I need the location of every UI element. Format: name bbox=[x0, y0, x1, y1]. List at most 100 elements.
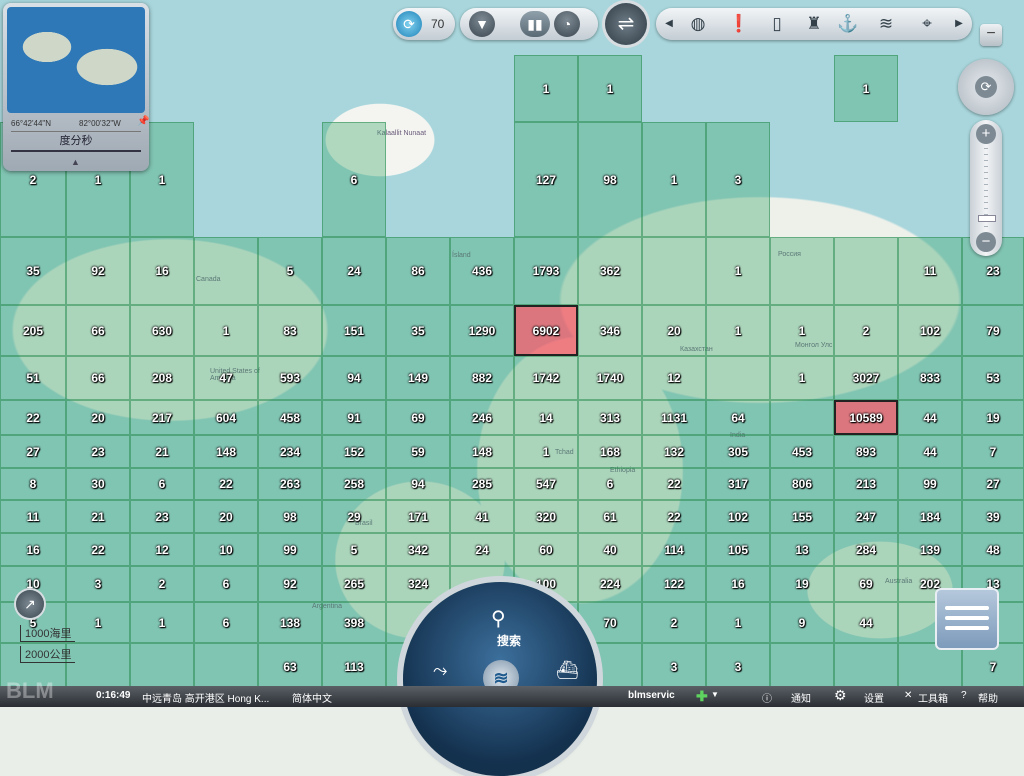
grid-cell[interactable]: 92 bbox=[258, 566, 322, 602]
grid-cell[interactable]: 1 bbox=[706, 305, 770, 356]
grid-cell[interactable]: 86 bbox=[386, 237, 450, 305]
grid-cell[interactable]: 3 bbox=[66, 566, 130, 602]
radar-icon[interactable]: ◔ bbox=[554, 11, 580, 37]
grid-cell[interactable]: 47 bbox=[194, 356, 258, 400]
grid-cell[interactable]: 53 bbox=[962, 356, 1024, 400]
grid-cell[interactable]: 22 bbox=[0, 400, 66, 435]
grid-cell[interactable]: 458 bbox=[258, 400, 322, 435]
grid-cell[interactable]: 35 bbox=[0, 237, 66, 305]
grid-cell[interactable]: 213 bbox=[834, 468, 898, 500]
grid-cell[interactable]: 138 bbox=[258, 602, 322, 643]
grid-cell[interactable]: 102 bbox=[898, 305, 962, 356]
grid-cell[interactable]: 1 bbox=[130, 602, 194, 643]
grid-cell[interactable]: 5 bbox=[322, 533, 386, 566]
grid-cell[interactable]: 593 bbox=[258, 356, 322, 400]
grid-cell[interactable]: 1740 bbox=[578, 356, 642, 400]
grid-cell[interactable]: 19 bbox=[770, 566, 834, 602]
grid-cell[interactable]: 3 bbox=[706, 122, 770, 237]
grid-cell[interactable]: 3 bbox=[706, 643, 770, 690]
grid-cell[interactable]: 6902 bbox=[514, 305, 578, 356]
grid-cell[interactable]: 91 bbox=[322, 400, 386, 435]
info-icon[interactable]: ⓘ bbox=[762, 690, 772, 705]
menu-button[interactable] bbox=[935, 588, 999, 650]
grid-cell[interactable]: 547 bbox=[514, 468, 578, 500]
grid-cell[interactable]: 94 bbox=[386, 468, 450, 500]
grid-cell[interactable]: 27 bbox=[0, 435, 66, 468]
grid-cell[interactable]: 16 bbox=[130, 237, 194, 305]
anchor-icon[interactable]: ⚓ bbox=[836, 12, 860, 36]
grid-cell[interactable]: 20 bbox=[66, 400, 130, 435]
grid-cell[interactable]: 148 bbox=[450, 435, 514, 468]
grid-cell[interactable]: 362 bbox=[578, 237, 642, 305]
grid-cell[interactable]: 224 bbox=[578, 566, 642, 602]
grid-cell[interactable]: 7 bbox=[962, 435, 1024, 468]
grid-cell[interactable]: 9 bbox=[770, 602, 834, 643]
grid-cell[interactable]: 132 bbox=[642, 435, 706, 468]
grid-cell[interactable]: 14 bbox=[514, 400, 578, 435]
grid-cell[interactable]: 184 bbox=[898, 500, 962, 533]
grid-cell[interactable]: 833 bbox=[898, 356, 962, 400]
grid-cell[interactable]: 20 bbox=[194, 500, 258, 533]
scroll-right-icon[interactable]: ▶ bbox=[952, 12, 966, 36]
grid-cell[interactable]: 1 bbox=[194, 305, 258, 356]
grid-cell[interactable]: 1 bbox=[514, 55, 578, 122]
grid-cell[interactable]: 113 bbox=[322, 643, 386, 690]
search-icon[interactable]: ⚲ bbox=[491, 606, 506, 631]
rotate-icon[interactable]: ⟳ bbox=[975, 76, 997, 98]
grid-cell[interactable]: 102 bbox=[706, 500, 770, 533]
grid-cell[interactable]: 20 bbox=[642, 305, 706, 356]
grid-cell[interactable]: 114 bbox=[642, 533, 706, 566]
grid-cell[interactable]: 1 bbox=[834, 55, 898, 122]
grid-cell[interactable] bbox=[770, 643, 834, 690]
grid-cell[interactable]: 346 bbox=[578, 305, 642, 356]
bars-icon[interactable]: ▮▮ bbox=[520, 11, 550, 37]
grid-cell[interactable]: 24 bbox=[450, 533, 514, 566]
grid-cell[interactable] bbox=[834, 643, 898, 690]
grid-cell[interactable]: 51 bbox=[0, 356, 66, 400]
pin-icon[interactable]: 📌 bbox=[137, 116, 149, 127]
grid-cell[interactable]: 29 bbox=[322, 500, 386, 533]
tools-icon[interactable]: ✕ bbox=[904, 690, 912, 701]
grid-cell[interactable]: 630 bbox=[130, 305, 194, 356]
grid-cell[interactable]: 6 bbox=[194, 566, 258, 602]
grid-cell[interactable]: 24 bbox=[322, 237, 386, 305]
grid-cell[interactable]: 152 bbox=[322, 435, 386, 468]
settings-button[interactable]: 设置 bbox=[864, 690, 884, 705]
route-icon[interactable]: ⇌ bbox=[605, 3, 647, 45]
grid-cell[interactable]: 98 bbox=[578, 122, 642, 237]
overview-minimap[interactable] bbox=[7, 7, 145, 113]
refresh-icon[interactable]: ⟳ bbox=[396, 11, 422, 37]
grid-cell[interactable]: 155 bbox=[770, 500, 834, 533]
grid-cell[interactable]: 398 bbox=[322, 602, 386, 643]
grid-cell[interactable]: 60 bbox=[514, 533, 578, 566]
grid-cell[interactable]: 11 bbox=[0, 500, 66, 533]
grid-cell[interactable] bbox=[130, 643, 194, 690]
grid-cell[interactable]: 16 bbox=[0, 533, 66, 566]
grid-cell[interactable]: 139 bbox=[898, 533, 962, 566]
language-selector[interactable]: 简体中文 bbox=[292, 690, 332, 705]
grid-cell[interactable]: 149 bbox=[386, 356, 450, 400]
grid-cell[interactable] bbox=[770, 237, 834, 305]
grid-cell[interactable]: 6 bbox=[322, 122, 386, 237]
grid-cell[interactable]: 10 bbox=[194, 533, 258, 566]
grid-cell[interactable]: 263 bbox=[258, 468, 322, 500]
grid-cell[interactable]: 105 bbox=[706, 533, 770, 566]
grid-cell[interactable]: 1 bbox=[770, 356, 834, 400]
grid-cell[interactable]: 317 bbox=[706, 468, 770, 500]
grid-cell[interactable]: 2 bbox=[130, 566, 194, 602]
grid-cell[interactable]: 806 bbox=[770, 468, 834, 500]
grid-cell[interactable]: 208 bbox=[130, 356, 194, 400]
grid-cell[interactable]: 83 bbox=[258, 305, 322, 356]
grid-cell[interactable]: 22 bbox=[194, 468, 258, 500]
grid-cell[interactable]: 1 bbox=[66, 602, 130, 643]
grid-cell[interactable]: 22 bbox=[642, 500, 706, 533]
grid-cell[interactable] bbox=[66, 643, 130, 690]
minimize-button[interactable]: − bbox=[980, 24, 1002, 46]
grid-cell[interactable]: 63 bbox=[258, 643, 322, 690]
grid-cell[interactable]: 342 bbox=[386, 533, 450, 566]
grid-cell[interactable]: 21 bbox=[130, 435, 194, 468]
grid-cell[interactable]: 284 bbox=[834, 533, 898, 566]
alert-icon[interactable]: ❗ bbox=[727, 12, 751, 36]
grid-cell[interactable]: 168 bbox=[578, 435, 642, 468]
help-button[interactable]: 帮助 bbox=[978, 690, 998, 705]
